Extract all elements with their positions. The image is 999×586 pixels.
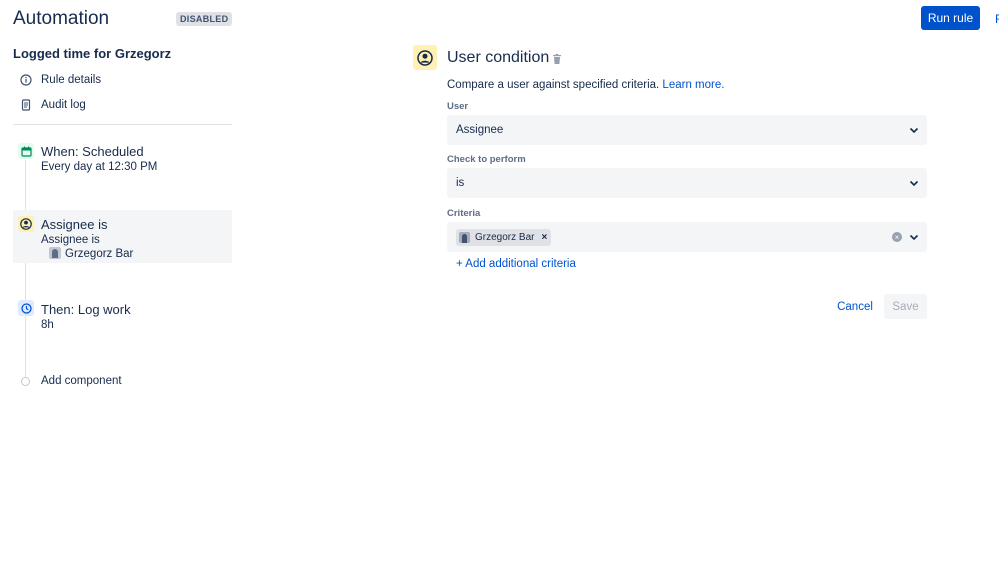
sidebar-divider — [13, 124, 232, 125]
rule-timeline — [25, 160, 26, 382]
criteria-chip: Grzegorz Bar × — [456, 229, 552, 246]
nav-label: Rule details — [41, 74, 102, 86]
user-icon — [18, 216, 34, 232]
nav-audit-log[interactable]: Audit log — [18, 97, 86, 113]
rule-step-action[interactable]: Then: Log work 8h — [13, 296, 232, 336]
clock-icon — [18, 300, 34, 316]
description-text: Compare a user against specified criteri… — [447, 79, 660, 91]
chevron-down-icon — [909, 180, 919, 187]
check-select-value: is — [456, 177, 465, 189]
run-rule-button[interactable]: Run rule — [921, 6, 980, 30]
user-avatar — [459, 232, 470, 243]
nav-rule-details[interactable]: Rule details — [18, 72, 101, 88]
user-field-label: User — [447, 101, 469, 112]
user-avatar — [49, 247, 61, 259]
criteria-select[interactable]: Grzegorz Bar × × — [447, 222, 927, 252]
panel-title: User condition — [447, 49, 550, 66]
page-title: Automation — [13, 8, 110, 29]
step-title: Then: Log work — [41, 302, 131, 317]
header-link-cut-off[interactable]: R — [995, 12, 999, 26]
status-badge: DISABLED — [176, 12, 233, 26]
add-component-link[interactable]: Add component — [41, 375, 122, 387]
remove-chip-icon[interactable]: × — [541, 232, 547, 243]
learn-more-link[interactable]: Learn more. — [662, 79, 724, 91]
chevron-down-icon — [909, 234, 919, 241]
chevron-down-icon — [909, 127, 919, 134]
add-component-dot — [21, 377, 30, 386]
rule-name: Logged time for Grzegorz — [13, 46, 172, 61]
user-select[interactable]: Assignee — [447, 115, 927, 145]
clear-icon[interactable]: × — [892, 232, 902, 242]
rule-step-trigger[interactable]: When: Scheduled Every day at 12:30 PM — [13, 139, 232, 179]
check-select[interactable]: is — [447, 168, 927, 198]
step-subtitle: Assignee is — [41, 234, 100, 246]
user-condition-icon — [413, 45, 437, 70]
step-user-name: Grzegorz Bar — [65, 248, 134, 260]
step-title: Assignee is — [41, 217, 108, 232]
chip-label: Grzegorz Bar — [475, 232, 535, 243]
step-user: Grzegorz Bar — [49, 247, 133, 260]
step-subtitle: Every day at 12:30 PM — [41, 161, 158, 173]
step-title: When: Scheduled — [41, 144, 144, 159]
nav-label: Audit log — [41, 99, 86, 111]
cancel-button[interactable]: Cancel — [832, 294, 878, 319]
panel-description: Compare a user against specified criteri… — [447, 79, 724, 91]
info-icon — [18, 72, 34, 88]
step-subtitle: 8h — [41, 319, 54, 331]
calendar-icon — [18, 143, 34, 159]
save-button[interactable]: Save — [884, 294, 927, 319]
trash-icon[interactable] — [551, 52, 563, 64]
document-icon — [18, 97, 34, 113]
criteria-field-label: Criteria — [447, 208, 481, 219]
check-field-label: Check to perform — [447, 154, 526, 165]
add-criteria-link[interactable]: + Add additional criteria — [456, 258, 576, 270]
rule-step-condition[interactable]: Assignee is Assignee is Grzegorz Bar — [13, 210, 232, 263]
user-select-value: Assignee — [456, 124, 504, 136]
